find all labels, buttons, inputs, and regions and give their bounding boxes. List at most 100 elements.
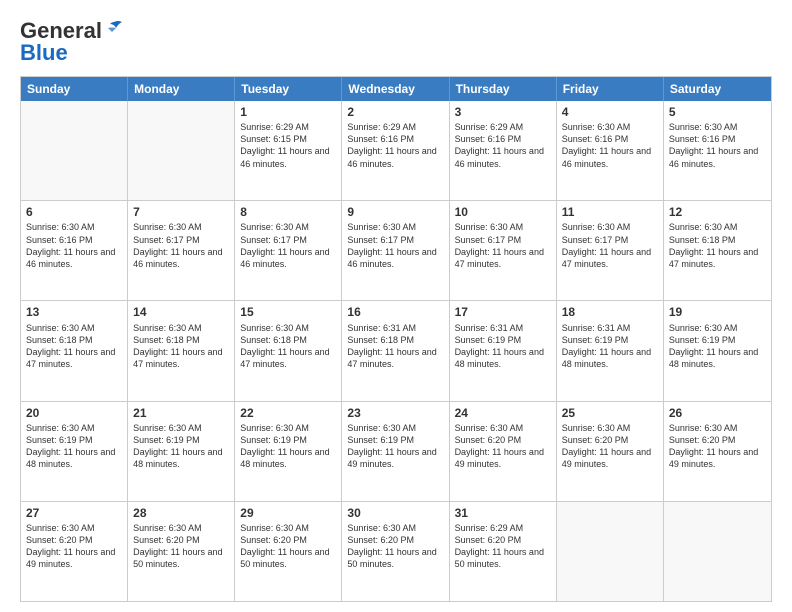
week-row-4: 20 Sunrise: 6:30 AMSunset: 6:19 PMDayligh… — [21, 401, 771, 501]
cal-cell-23: 23Sunrise: 6:30 AMSunset: 6:19 PMDayligh… — [342, 402, 449, 501]
cal-cell-19: 19Sunrise: 6:30 AMSunset: 6:19 PMDayligh… — [664, 301, 771, 400]
day-header-wednesday: Wednesday — [342, 77, 449, 101]
day-info: Sunrise: 6:30 AMSunset: 6:18 PMDaylight:… — [26, 322, 122, 371]
cal-cell-empty-4-6 — [664, 502, 771, 601]
day-header-thursday: Thursday — [450, 77, 557, 101]
day-number: 1 — [240, 104, 336, 120]
cal-cell-24: 24Sunrise: 6:30 AMSunset: 6:20 PMDayligh… — [450, 402, 557, 501]
week-row-3: 13 Sunrise: 6:30 AMSunset: 6:18 PMDayligh… — [21, 300, 771, 400]
calendar: SundayMondayTuesdayWednesdayThursdayFrid… — [20, 76, 772, 602]
cal-cell-8: 8Sunrise: 6:30 AMSunset: 6:17 PMDaylight… — [235, 201, 342, 300]
day-info: Sunrise: 6:31 AMSunset: 6:18 PMDaylight:… — [347, 322, 443, 371]
week-row-2: 6Sunrise: 6:30 AMSunset: 6:16 PMDaylight… — [21, 200, 771, 300]
day-number: 23 — [347, 405, 443, 421]
day-number: 14 — [133, 304, 229, 320]
cal-cell-30: 30Sunrise: 6:30 AMSunset: 6:20 PMDayligh… — [342, 502, 449, 601]
day-info: Sunrise: 6:30 AMSunset: 6:19 PMDaylight:… — [347, 422, 443, 471]
day-header-monday: Monday — [128, 77, 235, 101]
cal-cell-28: 28Sunrise: 6:30 AMSunset: 6:20 PMDayligh… — [128, 502, 235, 601]
cal-cell-26: 26Sunrise: 6:30 AMSunset: 6:20 PMDayligh… — [664, 402, 771, 501]
day-number: 30 — [347, 505, 443, 521]
day-number: 6 — [26, 204, 122, 220]
day-info: Sunrise: 6:30 AMSunset: 6:19 PMDaylight:… — [133, 422, 229, 471]
day-number: 28 — [133, 505, 229, 521]
day-info: Sunrise: 6:30 AMSunset: 6:20 PMDaylight:… — [240, 522, 336, 571]
day-number: 26 — [669, 405, 766, 421]
cal-cell-6: 6Sunrise: 6:30 AMSunset: 6:16 PMDaylight… — [21, 201, 128, 300]
day-header-friday: Friday — [557, 77, 664, 101]
day-info: Sunrise: 6:30 AMSunset: 6:20 PMDaylight:… — [669, 422, 766, 471]
day-info: Sunrise: 6:30 AMSunset: 6:18 PMDaylight:… — [133, 322, 229, 371]
day-header-saturday: Saturday — [664, 77, 771, 101]
cal-cell-20: 20Sunrise: 6:30 AMSunset: 6:19 PMDayligh… — [21, 402, 128, 501]
day-header-tuesday: Tuesday — [235, 77, 342, 101]
cal-cell-22: 22Sunrise: 6:30 AMSunset: 6:19 PMDayligh… — [235, 402, 342, 501]
cal-cell-25: 25Sunrise: 6:30 AMSunset: 6:20 PMDayligh… — [557, 402, 664, 501]
day-number: 19 — [669, 304, 766, 320]
day-header-sunday: Sunday — [21, 77, 128, 101]
day-number: 13 — [26, 304, 122, 320]
day-number: 12 — [669, 204, 766, 220]
cal-cell-12: 12Sunrise: 6:30 AMSunset: 6:18 PMDayligh… — [664, 201, 771, 300]
day-number: 5 — [669, 104, 766, 120]
day-info: Sunrise: 6:29 AMSunset: 6:15 PMDaylight:… — [240, 121, 336, 170]
day-number: 27 — [26, 505, 122, 521]
day-number: 2 — [347, 104, 443, 120]
day-number: 24 — [455, 405, 551, 421]
day-number: 3 — [455, 104, 551, 120]
day-number: 21 — [133, 405, 229, 421]
cal-cell-4: 4Sunrise: 6:30 AMSunset: 6:16 PMDaylight… — [557, 101, 664, 200]
day-info: Sunrise: 6:30 AMSunset: 6:19 PMDaylight:… — [240, 422, 336, 471]
day-number: 16 — [347, 304, 443, 320]
cal-cell-29: 29Sunrise: 6:30 AMSunset: 6:20 PMDayligh… — [235, 502, 342, 601]
day-info: Sunrise: 6:30 AMSunset: 6:16 PMDaylight:… — [562, 121, 658, 170]
day-info: Sunrise: 6:29 AMSunset: 6:20 PMDaylight:… — [455, 522, 551, 571]
day-number: 4 — [562, 104, 658, 120]
cal-cell-3: 3Sunrise: 6:29 AMSunset: 6:16 PMDaylight… — [450, 101, 557, 200]
day-number: 8 — [240, 204, 336, 220]
day-info: Sunrise: 6:30 AMSunset: 6:16 PMDaylight:… — [669, 121, 766, 170]
day-info: Sunrise: 6:30 AMSunset: 6:20 PMDaylight:… — [26, 522, 122, 571]
day-number: 25 — [562, 405, 658, 421]
cal-cell-17: 17 Sunrise: 6:31 AMSunset: 6:19 PMDayligh… — [450, 301, 557, 400]
logo-blue-text: Blue — [20, 40, 68, 66]
calendar-header: SundayMondayTuesdayWednesdayThursdayFrid… — [21, 77, 771, 101]
cal-cell-7: 7Sunrise: 6:30 AMSunset: 6:17 PMDaylight… — [128, 201, 235, 300]
cal-cell-empty-0-1 — [128, 101, 235, 200]
day-number: 29 — [240, 505, 336, 521]
cal-cell-16: 16 Sunrise: 6:31 AMSunset: 6:18 PMDayligh… — [342, 301, 449, 400]
day-info: Sunrise: 6:30 AMSunset: 6:17 PMDaylight:… — [347, 221, 443, 270]
header: General Blue — [20, 18, 772, 66]
day-info: Sunrise: 6:29 AMSunset: 6:16 PMDaylight:… — [455, 121, 551, 170]
day-number: 17 — [455, 304, 551, 320]
cal-cell-15: 15 Sunrise: 6:30 AMSunset: 6:18 PMDayligh… — [235, 301, 342, 400]
day-info: Sunrise: 6:30 AMSunset: 6:17 PMDaylight:… — [455, 221, 551, 270]
day-info: Sunrise: 6:30 AMSunset: 6:20 PMDaylight:… — [133, 522, 229, 571]
week-row-5: 27Sunrise: 6:30 AMSunset: 6:20 PMDayligh… — [21, 501, 771, 601]
day-info: Sunrise: 6:31 AMSunset: 6:19 PMDaylight:… — [562, 322, 658, 371]
day-number: 22 — [240, 405, 336, 421]
cal-cell-9: 9Sunrise: 6:30 AMSunset: 6:17 PMDaylight… — [342, 201, 449, 300]
day-number: 9 — [347, 204, 443, 220]
day-number: 7 — [133, 204, 229, 220]
cal-cell-10: 10Sunrise: 6:30 AMSunset: 6:17 PMDayligh… — [450, 201, 557, 300]
day-info: Sunrise: 6:30 AMSunset: 6:18 PMDaylight:… — [240, 322, 336, 371]
day-info: Sunrise: 6:30 AMSunset: 6:20 PMDaylight:… — [347, 522, 443, 571]
day-info: Sunrise: 6:31 AMSunset: 6:19 PMDaylight:… — [455, 322, 551, 371]
cal-cell-21: 21Sunrise: 6:30 AMSunset: 6:19 PMDayligh… — [128, 402, 235, 501]
cal-cell-13: 13 Sunrise: 6:30 AMSunset: 6:18 PMDayligh… — [21, 301, 128, 400]
cal-cell-2: 2Sunrise: 6:29 AMSunset: 6:16 PMDaylight… — [342, 101, 449, 200]
day-number: 31 — [455, 505, 551, 521]
day-number: 20 — [26, 405, 122, 421]
day-info: Sunrise: 6:30 AMSunset: 6:17 PMDaylight:… — [133, 221, 229, 270]
day-info: Sunrise: 6:30 AMSunset: 6:18 PMDaylight:… — [669, 221, 766, 270]
cal-cell-18: 18Sunrise: 6:31 AMSunset: 6:19 PMDayligh… — [557, 301, 664, 400]
logo-bird-icon — [104, 20, 124, 36]
cal-cell-empty-0-0 — [21, 101, 128, 200]
calendar-body: 1Sunrise: 6:29 AMSunset: 6:15 PMDaylight… — [21, 101, 771, 601]
cal-cell-empty-4-5 — [557, 502, 664, 601]
day-number: 11 — [562, 204, 658, 220]
day-number: 15 — [240, 304, 336, 320]
cal-cell-27: 27Sunrise: 6:30 AMSunset: 6:20 PMDayligh… — [21, 502, 128, 601]
day-info: Sunrise: 6:30 AMSunset: 6:17 PMDaylight:… — [240, 221, 336, 270]
